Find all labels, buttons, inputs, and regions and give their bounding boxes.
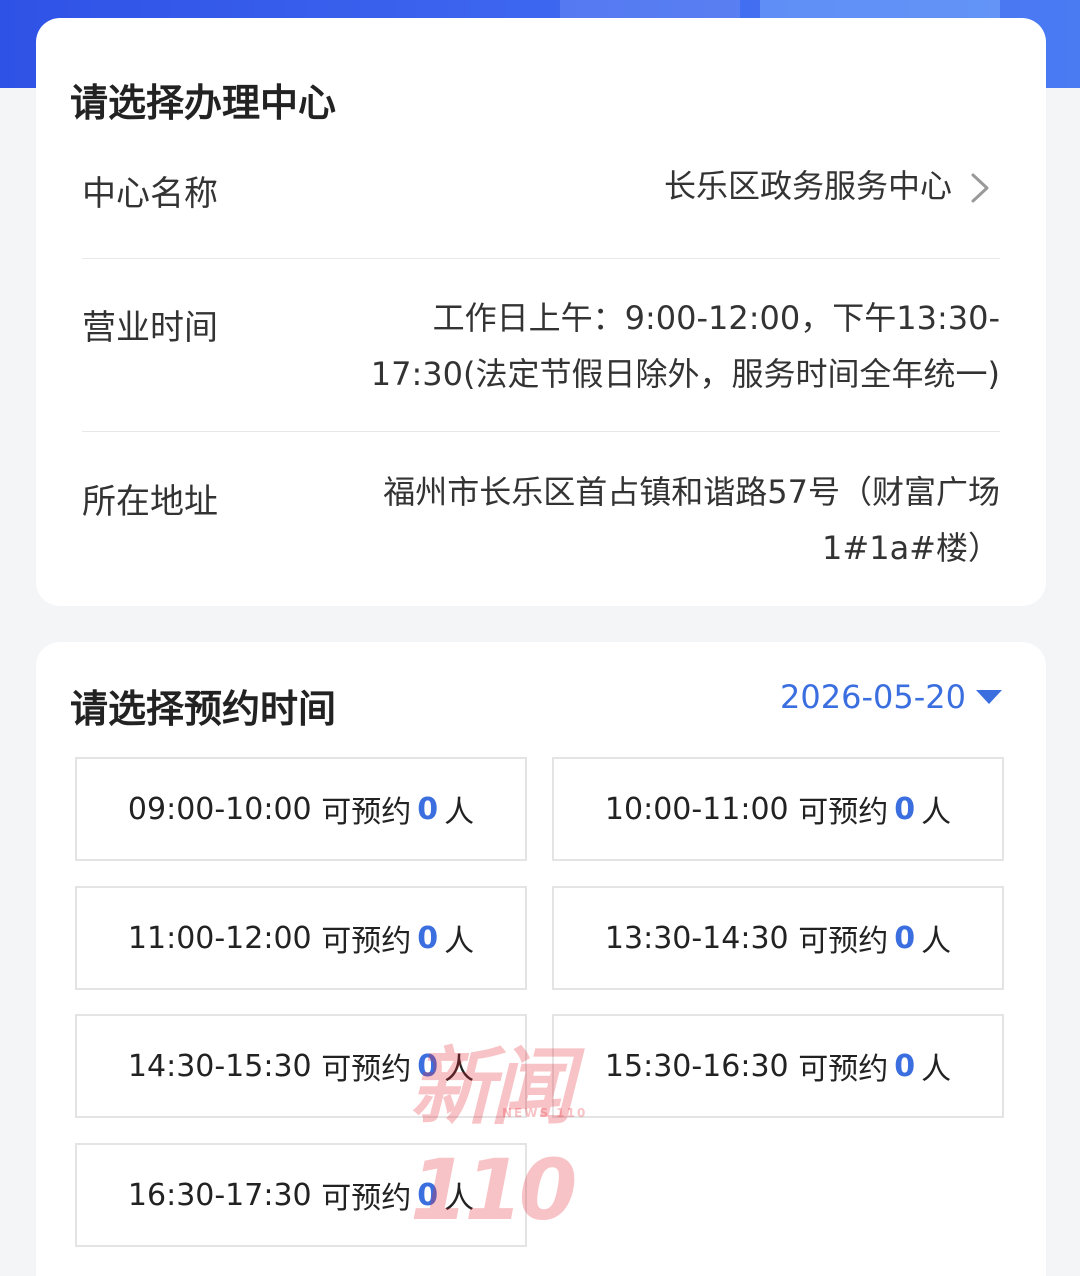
time-section-title: 请选择预约时间 xyxy=(70,687,337,731)
address-label: 所在地址 xyxy=(82,482,218,522)
time-slot[interactable]: 10:00-11:00 可预约 0 人 xyxy=(552,757,1004,861)
slot-available-label: 可预约 xyxy=(321,1052,412,1087)
slot-available-label: 可预约 xyxy=(321,1181,412,1216)
center-name-value: 长乐区政务服务中心 xyxy=(663,167,952,205)
slot-time: 16:30-17:30 xyxy=(127,1177,312,1213)
business-hours-line-1: 工作日上午：9:00-12:00，下午13:30- xyxy=(432,299,1000,337)
service-center-card: 请选择办理中心 中心名称 长乐区政务服务中心 营业时间 工作日上午：9:00-1… xyxy=(36,18,1046,606)
divider xyxy=(82,258,1000,259)
banner-decoration xyxy=(760,0,1000,18)
slot-unit: 人 xyxy=(444,1181,475,1216)
time-slot[interactable]: 15:30-16:30 可预约 0 人 xyxy=(552,1014,1004,1118)
slot-available-label: 可预约 xyxy=(798,795,889,830)
center-name-row[interactable]: 中心名称 长乐区政务服务中心 xyxy=(82,166,1000,258)
banner-decoration xyxy=(560,0,740,20)
address-row: 所在地址 福州市长乐区首占镇和谐路57号（财富广场 1#1a#楼） xyxy=(82,473,1000,594)
slot-unit: 人 xyxy=(444,1052,475,1087)
chevron-right-icon[interactable] xyxy=(960,168,1000,208)
caret-down-icon xyxy=(976,690,1002,704)
slot-time: 14:30-15:30 xyxy=(127,1048,312,1084)
slot-unit: 人 xyxy=(921,1052,952,1087)
address-value: 福州市长乐区首占镇和谐路57号（财富广场 1#1a#楼） xyxy=(320,464,1000,576)
divider xyxy=(82,431,1000,432)
center-name-label: 中心名称 xyxy=(82,174,218,214)
slot-available-label: 可预约 xyxy=(798,1052,889,1087)
business-hours-label: 营业时间 xyxy=(82,308,218,348)
slot-count: 0 xyxy=(417,1048,439,1084)
address-line-2: 1#1a#楼） xyxy=(822,529,1000,567)
slot-time: 09:00-10:00 xyxy=(127,791,312,827)
slot-count: 0 xyxy=(894,920,916,956)
time-slot[interactable]: 13:30-14:30 可预约 0 人 xyxy=(552,886,1004,990)
time-slot[interactable]: 16:30-17:30 可预约 0 人 xyxy=(75,1143,527,1247)
time-slot[interactable]: 11:00-12:00 可预约 0 人 xyxy=(75,886,527,990)
slot-unit: 人 xyxy=(444,795,475,830)
slot-unit: 人 xyxy=(921,795,952,830)
slot-time: 11:00-12:00 xyxy=(127,920,312,956)
time-slot[interactable]: 14:30-15:30 可预约 0 人 xyxy=(75,1014,527,1118)
address-line-1: 福州市长乐区首占镇和谐路57号（财富广场 xyxy=(383,473,1000,511)
slot-available-label: 可预约 xyxy=(798,924,889,959)
slot-count: 0 xyxy=(417,1177,439,1213)
slot-available-label: 可预约 xyxy=(321,795,412,830)
business-hours-value: 工作日上午：9:00-12:00，下午13:30- 17:30(法定节假日除外，… xyxy=(300,290,1000,402)
slot-time: 10:00-11:00 xyxy=(604,791,789,827)
time-slot[interactable]: 09:00-10:00 可预约 0 人 xyxy=(75,757,527,861)
slot-time: 13:30-14:30 xyxy=(604,920,789,956)
business-hours-line-2: 17:30(法定节假日除外，服务时间全年统一) xyxy=(370,355,1000,393)
slot-count: 0 xyxy=(894,791,916,827)
center-section-title: 请选择办理中心 xyxy=(70,81,337,125)
slot-unit: 人 xyxy=(444,924,475,959)
slot-count: 0 xyxy=(894,1048,916,1084)
date-picker[interactable]: 2026-05-20 xyxy=(780,678,1002,716)
business-hours-row: 营业时间 工作日上午：9:00-12:00，下午13:30- 17:30(法定节… xyxy=(82,299,1000,450)
selected-date: 2026-05-20 xyxy=(780,678,966,716)
slot-available-label: 可预约 xyxy=(321,924,412,959)
slot-count: 0 xyxy=(417,791,439,827)
slot-count: 0 xyxy=(417,920,439,956)
slot-time: 15:30-16:30 xyxy=(604,1048,789,1084)
slot-unit: 人 xyxy=(921,924,952,959)
